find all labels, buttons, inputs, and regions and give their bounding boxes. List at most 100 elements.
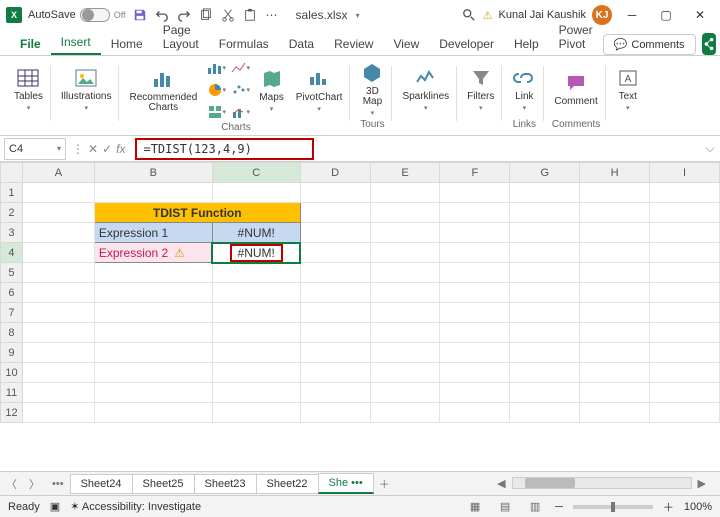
cell[interactable]: [580, 383, 650, 403]
pie-chart-icon[interactable]: ▾: [205, 80, 227, 100]
cell[interactable]: [212, 363, 300, 383]
cell[interactable]: [300, 403, 370, 423]
cell[interactable]: [370, 203, 440, 223]
save-icon[interactable]: [132, 7, 148, 23]
cell[interactable]: [22, 403, 94, 423]
page-break-view-icon[interactable]: ▥: [525, 499, 545, 515]
cell[interactable]: [370, 323, 440, 343]
sheet-next-icon[interactable]: 〉: [23, 476, 46, 492]
col-header[interactable]: E: [370, 163, 440, 183]
col-header[interactable]: A: [22, 163, 94, 183]
cell[interactable]: [650, 203, 720, 223]
cell[interactable]: [22, 323, 94, 343]
row-header[interactable]: 10: [1, 363, 23, 383]
zoom-slider[interactable]: [573, 505, 653, 509]
more-icon[interactable]: ⋯: [264, 7, 280, 23]
cell[interactable]: [22, 243, 94, 263]
cell[interactable]: [300, 243, 370, 263]
col-header[interactable]: H: [580, 163, 650, 183]
cell[interactable]: [580, 363, 650, 383]
normal-view-icon[interactable]: ▦: [465, 499, 485, 515]
cell[interactable]: [440, 223, 510, 243]
tab-home[interactable]: Home: [101, 33, 153, 55]
cell[interactable]: [300, 303, 370, 323]
cell[interactable]: #NUM!: [212, 223, 300, 243]
cell[interactable]: [370, 363, 440, 383]
cell[interactable]: [212, 183, 300, 203]
col-header[interactable]: I: [650, 163, 720, 183]
cell[interactable]: [94, 363, 212, 383]
cell[interactable]: [94, 323, 212, 343]
cell[interactable]: [212, 263, 300, 283]
row-header[interactable]: 2: [1, 203, 23, 223]
page-layout-view-icon[interactable]: ▤: [495, 499, 515, 515]
cell[interactable]: [440, 383, 510, 403]
cell[interactable]: [212, 323, 300, 343]
cell[interactable]: [300, 183, 370, 203]
illustrations-button[interactable]: Illustrations▾: [57, 64, 116, 114]
cell[interactable]: [580, 183, 650, 203]
cell[interactable]: [22, 303, 94, 323]
pivotchart-button[interactable]: PivotChart▾: [292, 65, 347, 115]
sheet-tab[interactable]: Sheet25: [132, 474, 195, 494]
col-header[interactable]: B: [94, 163, 212, 183]
cell[interactable]: [22, 383, 94, 403]
cell[interactable]: [510, 363, 580, 383]
cell[interactable]: [22, 223, 94, 243]
cell[interactable]: [510, 243, 580, 263]
cell[interactable]: [212, 283, 300, 303]
cell[interactable]: [580, 243, 650, 263]
maximize-button[interactable]: ▢: [652, 3, 680, 27]
text-button[interactable]: AText▾: [612, 64, 644, 114]
cell[interactable]: [300, 383, 370, 403]
cell[interactable]: [212, 383, 300, 403]
tables-button[interactable]: Tables▾: [10, 64, 47, 114]
cell[interactable]: [580, 343, 650, 363]
cell[interactable]: [370, 243, 440, 263]
cell[interactable]: [510, 283, 580, 303]
accessibility-status[interactable]: ✶ Accessibility: Investigate: [70, 500, 201, 513]
combo-chart-icon[interactable]: ▾: [229, 102, 251, 122]
cell[interactable]: [300, 323, 370, 343]
cell[interactable]: [300, 283, 370, 303]
cell[interactable]: [510, 203, 580, 223]
cut-icon[interactable]: [220, 7, 236, 23]
cell[interactable]: Expression 1: [94, 223, 212, 243]
warning-icon[interactable]: ⚠: [174, 246, 185, 260]
fx-icon[interactable]: fx: [116, 142, 125, 156]
cell[interactable]: [440, 303, 510, 323]
cell[interactable]: [510, 403, 580, 423]
worksheet-grid[interactable]: ABCDEFGHI12TDIST Function3Expression 1#N…: [0, 162, 720, 471]
cell[interactable]: [510, 183, 580, 203]
tab-view[interactable]: View: [383, 33, 429, 55]
row-header[interactable]: 7: [1, 303, 23, 323]
zoom-level[interactable]: 100%: [684, 501, 712, 513]
expand-formula-bar-icon[interactable]: ⌵: [700, 141, 720, 156]
name-box[interactable]: C4 ▾: [4, 138, 66, 160]
autosave-switch[interactable]: [80, 8, 110, 22]
col-header[interactable]: G: [510, 163, 580, 183]
zoom-out-icon[interactable]: ─: [555, 501, 563, 513]
cell[interactable]: [510, 223, 580, 243]
scatter-chart-icon[interactable]: ▾: [229, 80, 251, 100]
paste-icon[interactable]: [242, 7, 258, 23]
cell[interactable]: [370, 263, 440, 283]
tab-data[interactable]: Data: [279, 33, 324, 55]
new-sheet-icon[interactable]: ＋: [373, 476, 396, 492]
cell[interactable]: [650, 383, 720, 403]
cell[interactable]: [22, 343, 94, 363]
cell[interactable]: [580, 263, 650, 283]
cell[interactable]: [580, 323, 650, 343]
sheet-tab[interactable]: Sheet24: [70, 474, 133, 494]
cell[interactable]: [22, 203, 94, 223]
hscroll-thumb[interactable]: [525, 478, 575, 488]
line-chart-icon[interactable]: ▾: [229, 58, 251, 78]
recommended-charts-button[interactable]: Recommended Charts: [125, 65, 201, 115]
cell[interactable]: [370, 223, 440, 243]
hscroll-left-icon[interactable]: ◀: [491, 477, 511, 490]
name-box-dd-icon[interactable]: ▾: [57, 144, 61, 153]
filename-dd-icon[interactable]: ▾: [356, 11, 360, 20]
tab-help[interactable]: Help: [504, 33, 549, 55]
cell[interactable]: [94, 383, 212, 403]
cell[interactable]: [370, 383, 440, 403]
